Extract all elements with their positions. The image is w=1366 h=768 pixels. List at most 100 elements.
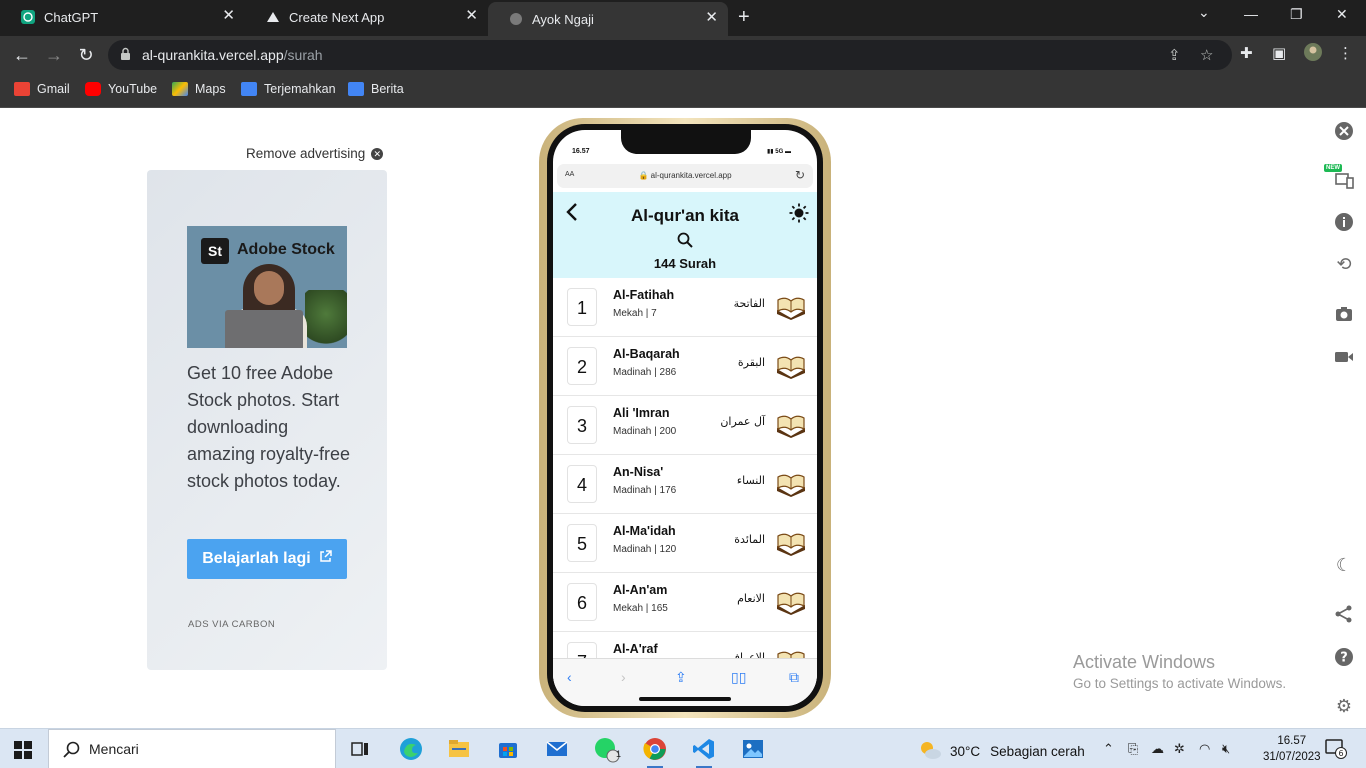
profile-avatar[interactable] — [1304, 43, 1322, 65]
list-item[interactable]: 3 Ali 'Imran Madinah | 200 آل عمران — [553, 396, 817, 455]
ad-card: St Adobe Stock Get 10 free Adobe Stock p… — [147, 170, 387, 670]
new-tab-button[interactable]: + — [738, 6, 750, 28]
list-item[interactable]: 6 Al-An'am Mekah | 165 الانعام — [553, 573, 817, 632]
bookmark-star-icon[interactable]: ☆ — [1200, 46, 1213, 64]
vscode-icon[interactable] — [692, 737, 716, 768]
side-panel-icon[interactable]: ▣ — [1272, 44, 1286, 62]
safari-bottom-toolbar: ‹ › ⇪ ▯▯ ⧉ — [553, 658, 817, 706]
bookmark-maps[interactable]: Maps — [172, 82, 226, 96]
search-icon[interactable] — [677, 232, 693, 253]
safari-share-icon[interactable]: ⇪ — [675, 669, 687, 686]
activate-subtitle: Go to Settings to activate Windows. — [1073, 676, 1287, 691]
close-window-button[interactable]: ✕ — [1336, 6, 1348, 23]
restore-button[interactable]: ❐ — [1290, 6, 1303, 23]
quran-book-icon — [775, 530, 807, 561]
ad-image[interactable]: St Adobe Stock — [187, 226, 347, 348]
phone-frame: 16.57 ▮▮ 5G ▬ AA 🔒 al-qurankita.vercel.a… — [539, 118, 831, 718]
safari-back-icon[interactable]: ‹ — [567, 669, 572, 685]
windows-start-icon[interactable] — [14, 741, 32, 764]
menu-kebab-icon[interactable]: ⋮ — [1338, 44, 1353, 62]
surah-meta: Madinah | 286 — [613, 367, 677, 378]
external-link-icon — [319, 550, 332, 568]
bookmark-label: Gmail — [37, 82, 70, 96]
tab-close-icon[interactable]: ✕ — [465, 8, 478, 24]
surah-number: 4 — [567, 465, 597, 503]
safari-reload-icon[interactable]: ↻ — [795, 168, 805, 182]
taskbar-search-box[interactable]: Mencari — [48, 729, 336, 768]
tab-close-icon[interactable]: ✕ — [705, 10, 718, 26]
microsoft-store-icon[interactable] — [496, 737, 520, 761]
reload-button[interactable]: ↻ — [75, 44, 97, 66]
ad-text[interactable]: Get 10 free Adobe Stock photos. Start do… — [187, 360, 357, 495]
tab-close-icon[interactable]: ✕ — [222, 8, 235, 24]
devices-icon[interactable] — [1334, 170, 1354, 190]
status-time: 16.57 — [572, 148, 590, 155]
safari-url-text: al-qurankita.vercel.app — [650, 171, 732, 180]
ad-cta-button[interactable]: Belajarlah lagi — [187, 539, 347, 579]
task-view-icon[interactable] — [348, 737, 372, 761]
help-icon[interactable]: ? — [1334, 647, 1354, 667]
surah-number: 2 — [567, 347, 597, 385]
ads-via-carbon-link[interactable]: ADS VIA CARBON — [188, 619, 275, 630]
safari-address-bar[interactable]: AA 🔒 al-qurankita.vercel.app ↻ — [557, 164, 813, 188]
extensions-icon[interactable]: ✚ — [1240, 44, 1253, 62]
meet-now-icon[interactable]: ⎘ — [1128, 741, 1138, 757]
bookmark-youtube[interactable]: YouTube — [85, 82, 157, 96]
tab-create-next-app[interactable]: Create Next App ✕ — [245, 0, 488, 34]
notification-count: 6 — [1338, 749, 1343, 758]
list-item[interactable]: 4 An-Nisa' Madinah | 176 النساء — [553, 455, 817, 514]
whatsapp-icon[interactable]: 1 — [594, 737, 621, 763]
url-text: al-qurankita.vercel.app/surah — [142, 47, 323, 63]
bookmark-label: Berita — [371, 82, 404, 96]
gear-icon[interactable]: ⚙ — [1334, 696, 1354, 716]
info-icon[interactable] — [1334, 212, 1354, 232]
speaker-muted-icon[interactable]: 🔇︎ — [1222, 741, 1230, 757]
chevron-up-icon[interactable]: ⌃ — [1103, 741, 1114, 757]
tab-search-chevron-icon[interactable]: ⌄ — [1198, 4, 1210, 21]
address-bar[interactable]: al-qurankita.vercel.app/surah ⇪ ☆ — [108, 40, 1232, 70]
bookmarks-bar: Gmail YouTube Maps Terjemahkan Berita — [0, 74, 1366, 108]
list-item[interactable]: 1 Al-Fatihah Mekah | 7 الفاتحة — [553, 278, 817, 337]
ad-brand-name: Adobe Stock — [237, 241, 335, 258]
quran-book-icon — [775, 471, 807, 502]
share-icon[interactable]: ⇪ — [1168, 46, 1181, 64]
edge-browser-icon[interactable] — [399, 737, 423, 761]
wifi-icon[interactable]: ◠ — [1199, 741, 1210, 757]
remove-advertising-link[interactable]: Remove advertising ✕ — [246, 146, 384, 161]
list-item[interactable]: 2 Al-Baqarah Madinah | 286 البقرة — [553, 337, 817, 396]
bookmark-gmail[interactable]: Gmail — [14, 82, 70, 96]
rotate-icon[interactable]: ⟲ — [1334, 254, 1354, 274]
mail-icon[interactable] — [545, 737, 569, 761]
list-item[interactable]: 5 Al-Ma'idah Madinah | 120 المائدة — [553, 514, 817, 573]
video-camera-icon[interactable] — [1334, 347, 1354, 367]
safari-forward-icon[interactable]: › — [621, 669, 626, 685]
chrome-icon[interactable] — [643, 737, 667, 768]
surah-number: 5 — [567, 524, 597, 562]
surah-meta: Madinah | 176 — [613, 485, 677, 496]
camera-icon[interactable] — [1334, 304, 1354, 324]
file-explorer-icon[interactable] — [447, 737, 471, 761]
tab-ayok-ngaji[interactable]: Ayok Ngaji ✕ — [488, 2, 728, 36]
weather-widget[interactable]: 30°C Sebagian cerah — [918, 739, 1085, 764]
forward-button[interactable]: → — [43, 44, 65, 66]
safari-bookmarks-icon[interactable]: ▯▯ — [731, 669, 746, 686]
close-circle-icon[interactable] — [1334, 121, 1354, 141]
moon-icon[interactable]: ☾ — [1334, 555, 1354, 575]
system-clock[interactable]: 16.57 31/07/2023 — [1263, 733, 1321, 765]
minimize-button[interactable]: — — [1244, 6, 1258, 22]
sun-theme-toggle-icon[interactable] — [789, 203, 809, 227]
back-button[interactable]: ← — [11, 44, 33, 66]
bookmark-berita[interactable]: Berita — [348, 82, 404, 96]
bookmark-terjemahkan[interactable]: Terjemahkan — [241, 82, 336, 96]
notification-center-icon[interactable]: 6 — [1325, 739, 1347, 764]
safari-tabs-icon[interactable]: ⧉ — [789, 669, 799, 686]
lock-icon — [120, 47, 131, 66]
share-nodes-icon[interactable] — [1334, 604, 1354, 624]
onedrive-cloud-icon[interactable]: ☁ — [1151, 741, 1164, 757]
surah-name: Al-A'raf — [613, 642, 658, 656]
photos-icon[interactable] — [741, 737, 765, 761]
input-method-icon[interactable]: ✲ — [1174, 741, 1185, 757]
remove-advertising-label: Remove advertising — [246, 146, 366, 161]
tab-chatgpt[interactable]: ChatGPT ✕ — [0, 0, 245, 34]
chatgpt-favicon-icon — [20, 9, 36, 25]
